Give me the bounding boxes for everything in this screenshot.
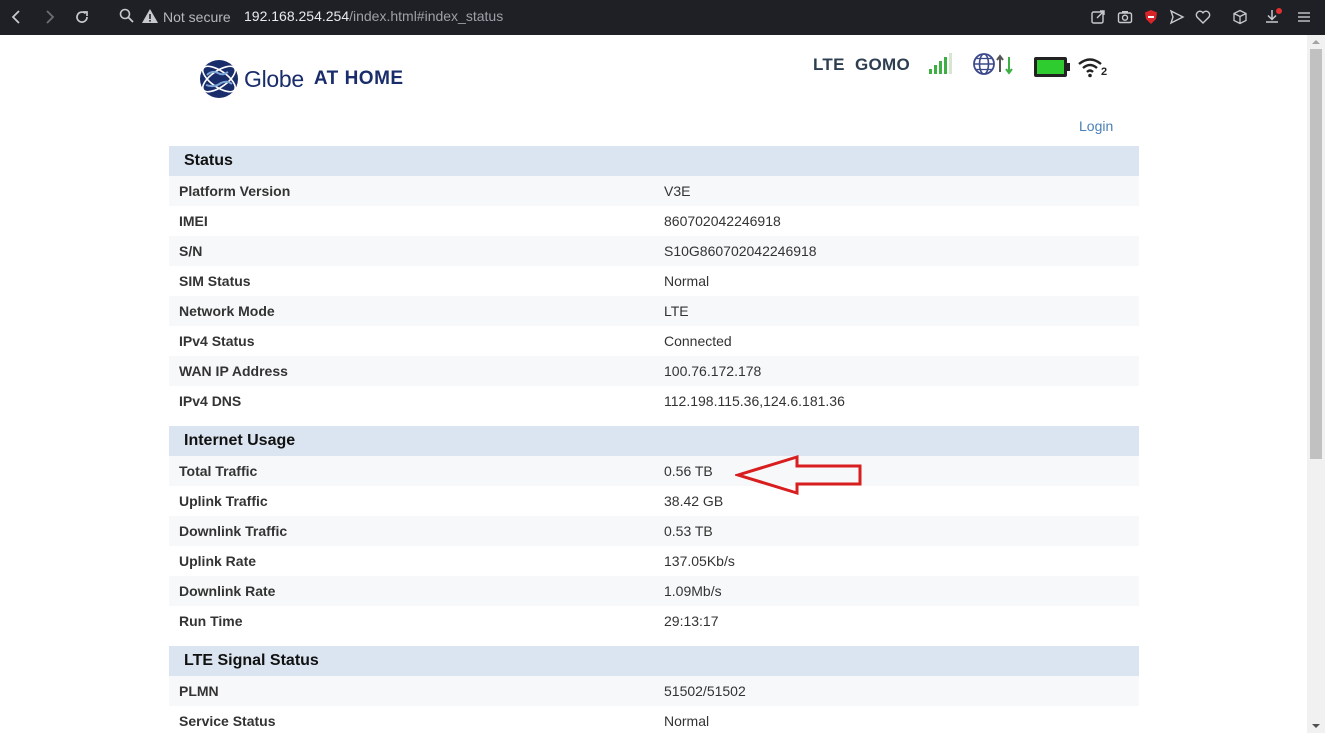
annotation-arrow-icon: [735, 454, 862, 496]
row-label: Service Status: [179, 713, 276, 729]
row-label: Total Traffic: [179, 463, 258, 479]
row-value: 0.56 TB: [664, 463, 713, 479]
scroll-up-icon[interactable]: [1311, 37, 1321, 47]
status-table: Status Platform Version V3E IMEI 860702042…: [169, 146, 1139, 416]
scroll-thumb[interactable]: [1310, 49, 1322, 459]
menu-icon[interactable]: [1293, 6, 1315, 28]
row-value: 51502/51502: [664, 683, 746, 699]
row-value: V3E: [664, 183, 691, 199]
status-section-title: Status: [169, 146, 1139, 176]
send-icon[interactable]: [1166, 6, 1188, 28]
wifi-client-count: 2: [1101, 66, 1108, 78]
url-path: /index.html#index_status: [349, 8, 504, 24]
row-label: Platform Version: [179, 183, 291, 199]
logo-text: Globe: [244, 65, 304, 92]
shield-icon[interactable]: [1140, 6, 1162, 28]
signal-strength-icon: [929, 53, 952, 74]
warning-icon[interactable]: [141, 7, 159, 30]
table-row: Total Traffic 0.56 TB: [169, 456, 1139, 486]
table-row: WAN IP Address 100.76.172.178: [169, 356, 1139, 386]
table-row: Downlink Traffic 0.53 TB: [169, 516, 1139, 546]
table-row: Service Status Normal: [169, 706, 1139, 736]
usage-section-title: Internet Usage: [169, 426, 1139, 456]
row-label: IMEI: [179, 213, 208, 229]
row-label: Downlink Rate: [179, 583, 276, 599]
row-value: LTE: [664, 303, 689, 319]
table-row: Run Time 29:13:17: [169, 606, 1139, 636]
zoom-icon[interactable]: [118, 7, 136, 30]
row-value: 0.53 TB: [664, 523, 713, 539]
login-link[interactable]: Login: [1079, 118, 1113, 134]
vertical-scrollbar[interactable]: [1307, 35, 1325, 733]
row-value: 137.05Kb/s: [664, 553, 735, 569]
globe-logo-icon: [200, 60, 238, 98]
browser-toolbar: Not secure 192.168.254.254/index.html#in…: [0, 0, 1325, 35]
table-row: Downlink Rate 1.09Mb/s: [169, 576, 1139, 606]
forward-icon[interactable]: [38, 6, 60, 28]
table-row: IPv4 Status Connected: [169, 326, 1139, 356]
row-value: 38.42 GB: [664, 493, 724, 509]
wifi-icon: [1078, 58, 1102, 78]
battery-icon: [1034, 57, 1070, 77]
lte-section-title: LTE Signal Status: [169, 646, 1139, 676]
row-label: Network Mode: [179, 303, 275, 319]
row-label: PLMN: [179, 683, 219, 699]
table-row: Uplink Rate 137.05Kb/s: [169, 546, 1139, 576]
row-label: Uplink Traffic: [179, 493, 268, 509]
internet-usage-table: Internet Usage Total Traffic 0.56 TB Upli…: [169, 426, 1139, 636]
row-label: SIM Status: [179, 273, 251, 289]
row-value: 100.76.172.178: [664, 363, 762, 379]
row-label: Uplink Rate: [179, 553, 257, 569]
row-value: Normal: [664, 273, 710, 289]
row-label: S/N: [179, 243, 203, 259]
table-row: SIM Status Normal: [169, 266, 1139, 296]
row-label: Run Time: [179, 613, 243, 629]
row-label: IPv4 Status: [179, 333, 255, 349]
globe-logo[interactable]: Globe AT HOME: [198, 58, 404, 100]
table-row: Platform Version V3E: [169, 176, 1139, 206]
table-row: IPv4 DNS 112.198.115.36,124.6.181.36: [169, 386, 1139, 416]
download-icon[interactable]: [1262, 6, 1284, 28]
row-value: 29:13:17: [664, 613, 719, 629]
row-value: 860702042246918: [664, 213, 781, 229]
scroll-down-icon[interactable]: [1311, 721, 1321, 731]
row-value: S10G860702042246918: [664, 243, 817, 259]
heart-icon[interactable]: [1192, 6, 1214, 28]
security-label[interactable]: Not secure: [163, 9, 231, 25]
table-row: Uplink Traffic 38.42 GB: [169, 486, 1139, 516]
table-row: Network Mode LTE: [169, 296, 1139, 326]
row-value: 1.09Mb/s: [664, 583, 722, 599]
internet-globe-icon: [973, 53, 1013, 75]
row-value: Connected: [664, 333, 732, 349]
row-value: 112.198.115.36,124.6.181.36: [664, 393, 845, 409]
network-type: LTE: [813, 55, 845, 74]
url-host: 192.168.254.254: [244, 8, 350, 24]
reload-icon[interactable]: [71, 6, 93, 28]
row-label: WAN IP Address: [179, 363, 288, 379]
row-label: Downlink Traffic: [179, 523, 288, 539]
operator-name: GOMO: [855, 55, 911, 74]
cube-icon[interactable]: [1229, 6, 1251, 28]
logo-suffix: AT HOME: [313, 68, 404, 89]
share-icon[interactable]: [1087, 6, 1109, 28]
table-row: S/N S10G860702042246918: [169, 236, 1139, 266]
table-row: PLMN 51502/51502: [169, 676, 1139, 706]
back-icon[interactable]: [6, 6, 28, 28]
lte-signal-table: LTE Signal Status PLMN 51502/51502 Servic…: [169, 646, 1139, 736]
address-bar[interactable]: 192.168.254.254/index.html#index_status: [244, 8, 503, 24]
row-value: Normal: [664, 713, 710, 729]
camera-icon[interactable]: [1114, 6, 1136, 28]
table-row: IMEI 860702042246918: [169, 206, 1139, 236]
row-label: IPv4 DNS: [179, 393, 242, 409]
